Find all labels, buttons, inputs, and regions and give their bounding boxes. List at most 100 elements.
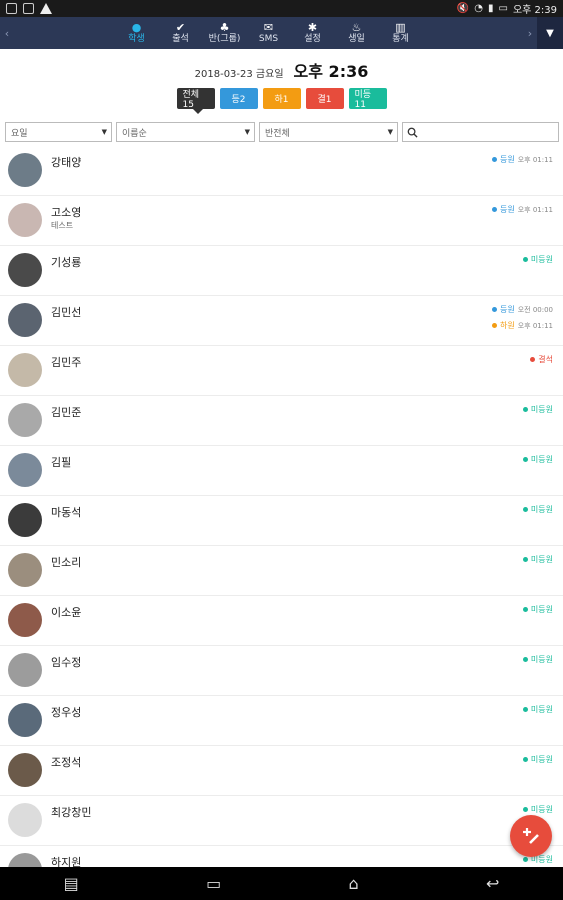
nav-item-label: 출석 <box>172 33 189 44</box>
student-note: 테스트 <box>51 221 74 230</box>
student-row[interactable]: 최강창민 미등원 <box>0 796 563 846</box>
date-time-header: 2018-03-23 금요일 오후 2:36 <box>0 58 563 82</box>
status-bar: 🔇 ◔ ▮ ▭ 오후 2:39 <box>0 0 563 17</box>
student-row[interactable]: 강태양 등원 오후 01:11 <box>0 146 563 196</box>
filter-absent-button[interactable]: 결1 <box>305 88 344 109</box>
status-time: 오후 2:39 <box>512 5 557 16</box>
filter-arrived-button[interactable]: 등2 <box>219 88 258 109</box>
avatar <box>8 453 42 487</box>
day-select[interactable]: 요일 ▼ <box>5 122 112 142</box>
status-label: 미등원 <box>530 755 553 764</box>
attendance-status: 미등원 <box>522 554 553 565</box>
avatar <box>8 603 42 637</box>
avatar <box>8 203 42 237</box>
nav-item-5[interactable]: ♨ 생일 <box>335 21 379 45</box>
student-row[interactable]: 고소영테스트 등원 오후 01:11 <box>0 196 563 246</box>
back-icon[interactable]: ↩ <box>486 874 499 893</box>
status-label: 미등원 <box>530 655 553 664</box>
attendance-status: 미등원 <box>522 704 553 715</box>
student-row[interactable]: 김민준 미등원 <box>0 396 563 446</box>
nav-left-arrow-icon[interactable]: ‹ <box>0 27 14 40</box>
student-row[interactable]: 민소리 미등원 <box>0 546 563 596</box>
sort-select[interactable]: 이름순 ▼ <box>116 122 255 142</box>
student-name: 강태양 <box>51 156 82 169</box>
notification-icon <box>23 3 34 14</box>
status-dot-icon <box>522 557 528 562</box>
check-icon: ✔ <box>175 20 186 34</box>
student-row[interactable]: 김민주 결석 <box>0 346 563 396</box>
student-icon: ● <box>131 20 142 34</box>
avatar <box>8 403 42 437</box>
attendance-status: 미등원 <box>522 654 553 665</box>
student-name: 김민주 <box>51 356 82 369</box>
nav-item-label: SMS <box>258 33 279 44</box>
filter-all-button[interactable]: 전체15 <box>176 88 215 114</box>
system-navigation-bar: ▤ ▭ ⌂ ↩ <box>0 867 563 900</box>
status-dot-icon <box>522 707 528 712</box>
home-icon[interactable]: ⌂ <box>348 874 358 893</box>
attendance-status: 미등원 <box>522 604 553 615</box>
status-label: 등원 <box>499 305 515 314</box>
group-icon: ♣ <box>219 20 230 34</box>
student-row[interactable]: 하지원 미등원 <box>0 846 563 867</box>
avatar <box>8 253 42 287</box>
student-row[interactable]: 김민선 등원 오전 00:00 하원 오후 01:11 <box>0 296 563 346</box>
caret-down-icon: ▼ <box>244 128 250 136</box>
status-label: 등원 <box>499 155 515 164</box>
student-name: 임수정 <box>51 656 82 669</box>
nav-item-label: 학생 <box>128 33 145 44</box>
student-name: 고소영 <box>51 206 82 219</box>
nav-item-2[interactable]: ♣ 반(그룹) <box>203 20 247 45</box>
recent-apps-icon[interactable]: ▤ <box>64 874 79 893</box>
student-name: 민소리 <box>51 556 82 569</box>
filter-left-button[interactable]: 하1 <box>262 88 301 109</box>
status-dot-icon <box>491 307 497 312</box>
nav-item-0[interactable]: ● 학생 <box>115 20 159 45</box>
student-row[interactable]: 정우성 미등원 <box>0 696 563 746</box>
student-row[interactable]: 조정석 미등원 <box>0 746 563 796</box>
student-name: 최강창민 <box>51 806 92 819</box>
status-time: 오후 01:11 <box>517 205 553 214</box>
add-student-fab[interactable] <box>510 815 552 857</box>
status-dot-icon <box>530 357 536 362</box>
nav-right-arrow-icon[interactable]: › <box>523 27 537 40</box>
status-label: 미등원 <box>530 605 553 614</box>
student-name: 마동석 <box>51 506 82 519</box>
student-row[interactable]: 마동석 미등원 <box>0 496 563 546</box>
status-label: 미등원 <box>530 505 553 514</box>
day-select-value: 요일 <box>11 128 28 139</box>
status-label: 등원 <box>499 205 515 214</box>
attendance-status: 등원 오후 01:11 <box>491 204 553 215</box>
student-row[interactable]: 김필 미등원 <box>0 446 563 496</box>
status-time: 오후 01:11 <box>517 155 553 164</box>
student-list: 강태양 등원 오후 01:11 고소영 테스트 등원 오후 01:11 기성룡 미등원 김민선 등원… <box>0 146 563 867</box>
nav-dropdown-button[interactable]: ▼ <box>537 17 563 49</box>
attendance-filter-bar: 전체15 등2 하1 결1 미등11 <box>0 88 563 114</box>
student-row[interactable]: 이소윤 미등원 <box>0 596 563 646</box>
current-date: 2018-03-23 금요일 <box>194 69 284 80</box>
student-row[interactable]: 임수정 미등원 <box>0 646 563 696</box>
filter-not-arrived-button[interactable]: 미등11 <box>348 88 387 110</box>
status-label: 미등원 <box>530 455 553 464</box>
search-input[interactable] <box>402 122 559 142</box>
status-dot-icon <box>522 407 528 412</box>
attendance-status: 미등원 <box>522 454 553 465</box>
caret-down-icon: ▼ <box>387 128 393 136</box>
group-select[interactable]: 반전체 ▼ <box>259 122 398 142</box>
student-name: 김필 <box>51 456 72 469</box>
nav-item-4[interactable]: ✱ 설정 <box>291 21 335 45</box>
nav-item-3[interactable]: ✉ SMS <box>247 21 291 45</box>
status-dot-icon <box>522 657 528 662</box>
nav-item-1[interactable]: ✔ 출석 <box>159 20 203 45</box>
nav-item-label: 설정 <box>304 33 321 44</box>
nav-item-6[interactable]: ▥ 통계 <box>379 21 423 45</box>
status-dot-icon <box>522 757 528 762</box>
status-dot-icon <box>522 857 528 862</box>
status-dot-icon <box>491 207 497 212</box>
screen-mirror-icon[interactable]: ▭ <box>206 874 221 893</box>
avatar <box>8 503 42 537</box>
current-time: 오후 2:36 <box>293 62 369 81</box>
student-name: 이소윤 <box>51 606 82 619</box>
student-row[interactable]: 기성룡 미등원 <box>0 246 563 296</box>
status-time: 오전 00:00 <box>517 305 553 314</box>
